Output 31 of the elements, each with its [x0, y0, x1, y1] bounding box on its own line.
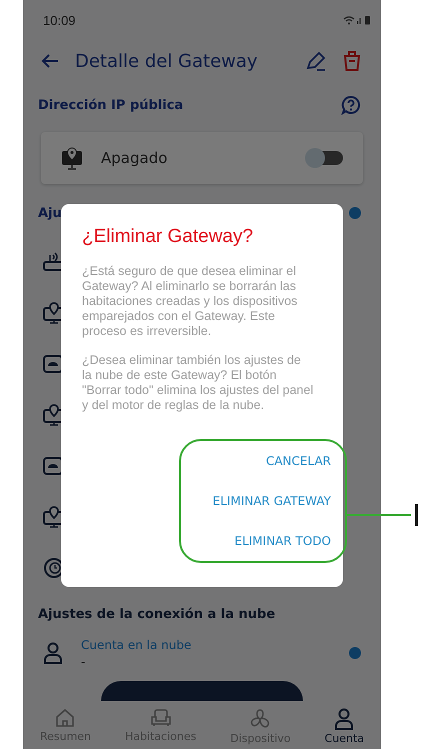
- dialog-message: ¿Está seguro de que desea eliminar el Gateway? Al eliminarlo se borrarán las habitaciones creadas y los dispositivos emparejados con el Gateway. Este proceso es irreversible.: [82, 264, 298, 339]
- section-title: Ajustes de la conexión a la nube: [38, 606, 276, 622]
- panel-icon: [43, 354, 63, 372]
- dialog-button[interactable]: ELIMINAR TODO: [234, 532, 331, 550]
- back-arrow-icon[interactable]: [41, 54, 59, 68]
- nav-tab[interactable]: Cuenta: [324, 704, 364, 749]
- account-value: -: [81, 654, 86, 668]
- dialog-button[interactable]: CANCELAR: [266, 452, 331, 470]
- home-icon: [55, 708, 76, 728]
- status-dot: [349, 647, 361, 659]
- panel-icon: [43, 456, 63, 474]
- help-icon[interactable]: [341, 95, 361, 115]
- account-label: Cuenta en la nube: [81, 638, 192, 652]
- status-time: 10:09: [43, 12, 76, 28]
- sofa-icon: [150, 708, 172, 728]
- page-title: Detalle del Gateway: [75, 50, 259, 72]
- dialog-title: ¿Eliminar Gateway?: [82, 226, 254, 248]
- user-icon: [334, 708, 354, 730]
- edit-icon[interactable]: [305, 50, 327, 72]
- fan-icon: [249, 708, 272, 730]
- action-button[interactable]: [101, 681, 303, 701]
- trash-icon[interactable]: [343, 50, 361, 72]
- status-icons: [343, 15, 371, 25]
- card-label: Apagado: [101, 149, 168, 167]
- location-monitor-icon: [61, 146, 83, 170]
- section-title: Aju: [38, 206, 62, 220]
- status-dot: [349, 207, 361, 219]
- section-title: Dirección IP pública: [38, 98, 184, 112]
- user-icon: [43, 642, 63, 664]
- dialog-button[interactable]: ELIMINAR GATEWAY: [212, 492, 331, 510]
- dialog-message: ¿Desea eliminar también los ajustes de la nube de este Gateway? El botón "Borrar todo" elimina los ajustes del panel y del motor de reglas de la nube.: [82, 353, 314, 413]
